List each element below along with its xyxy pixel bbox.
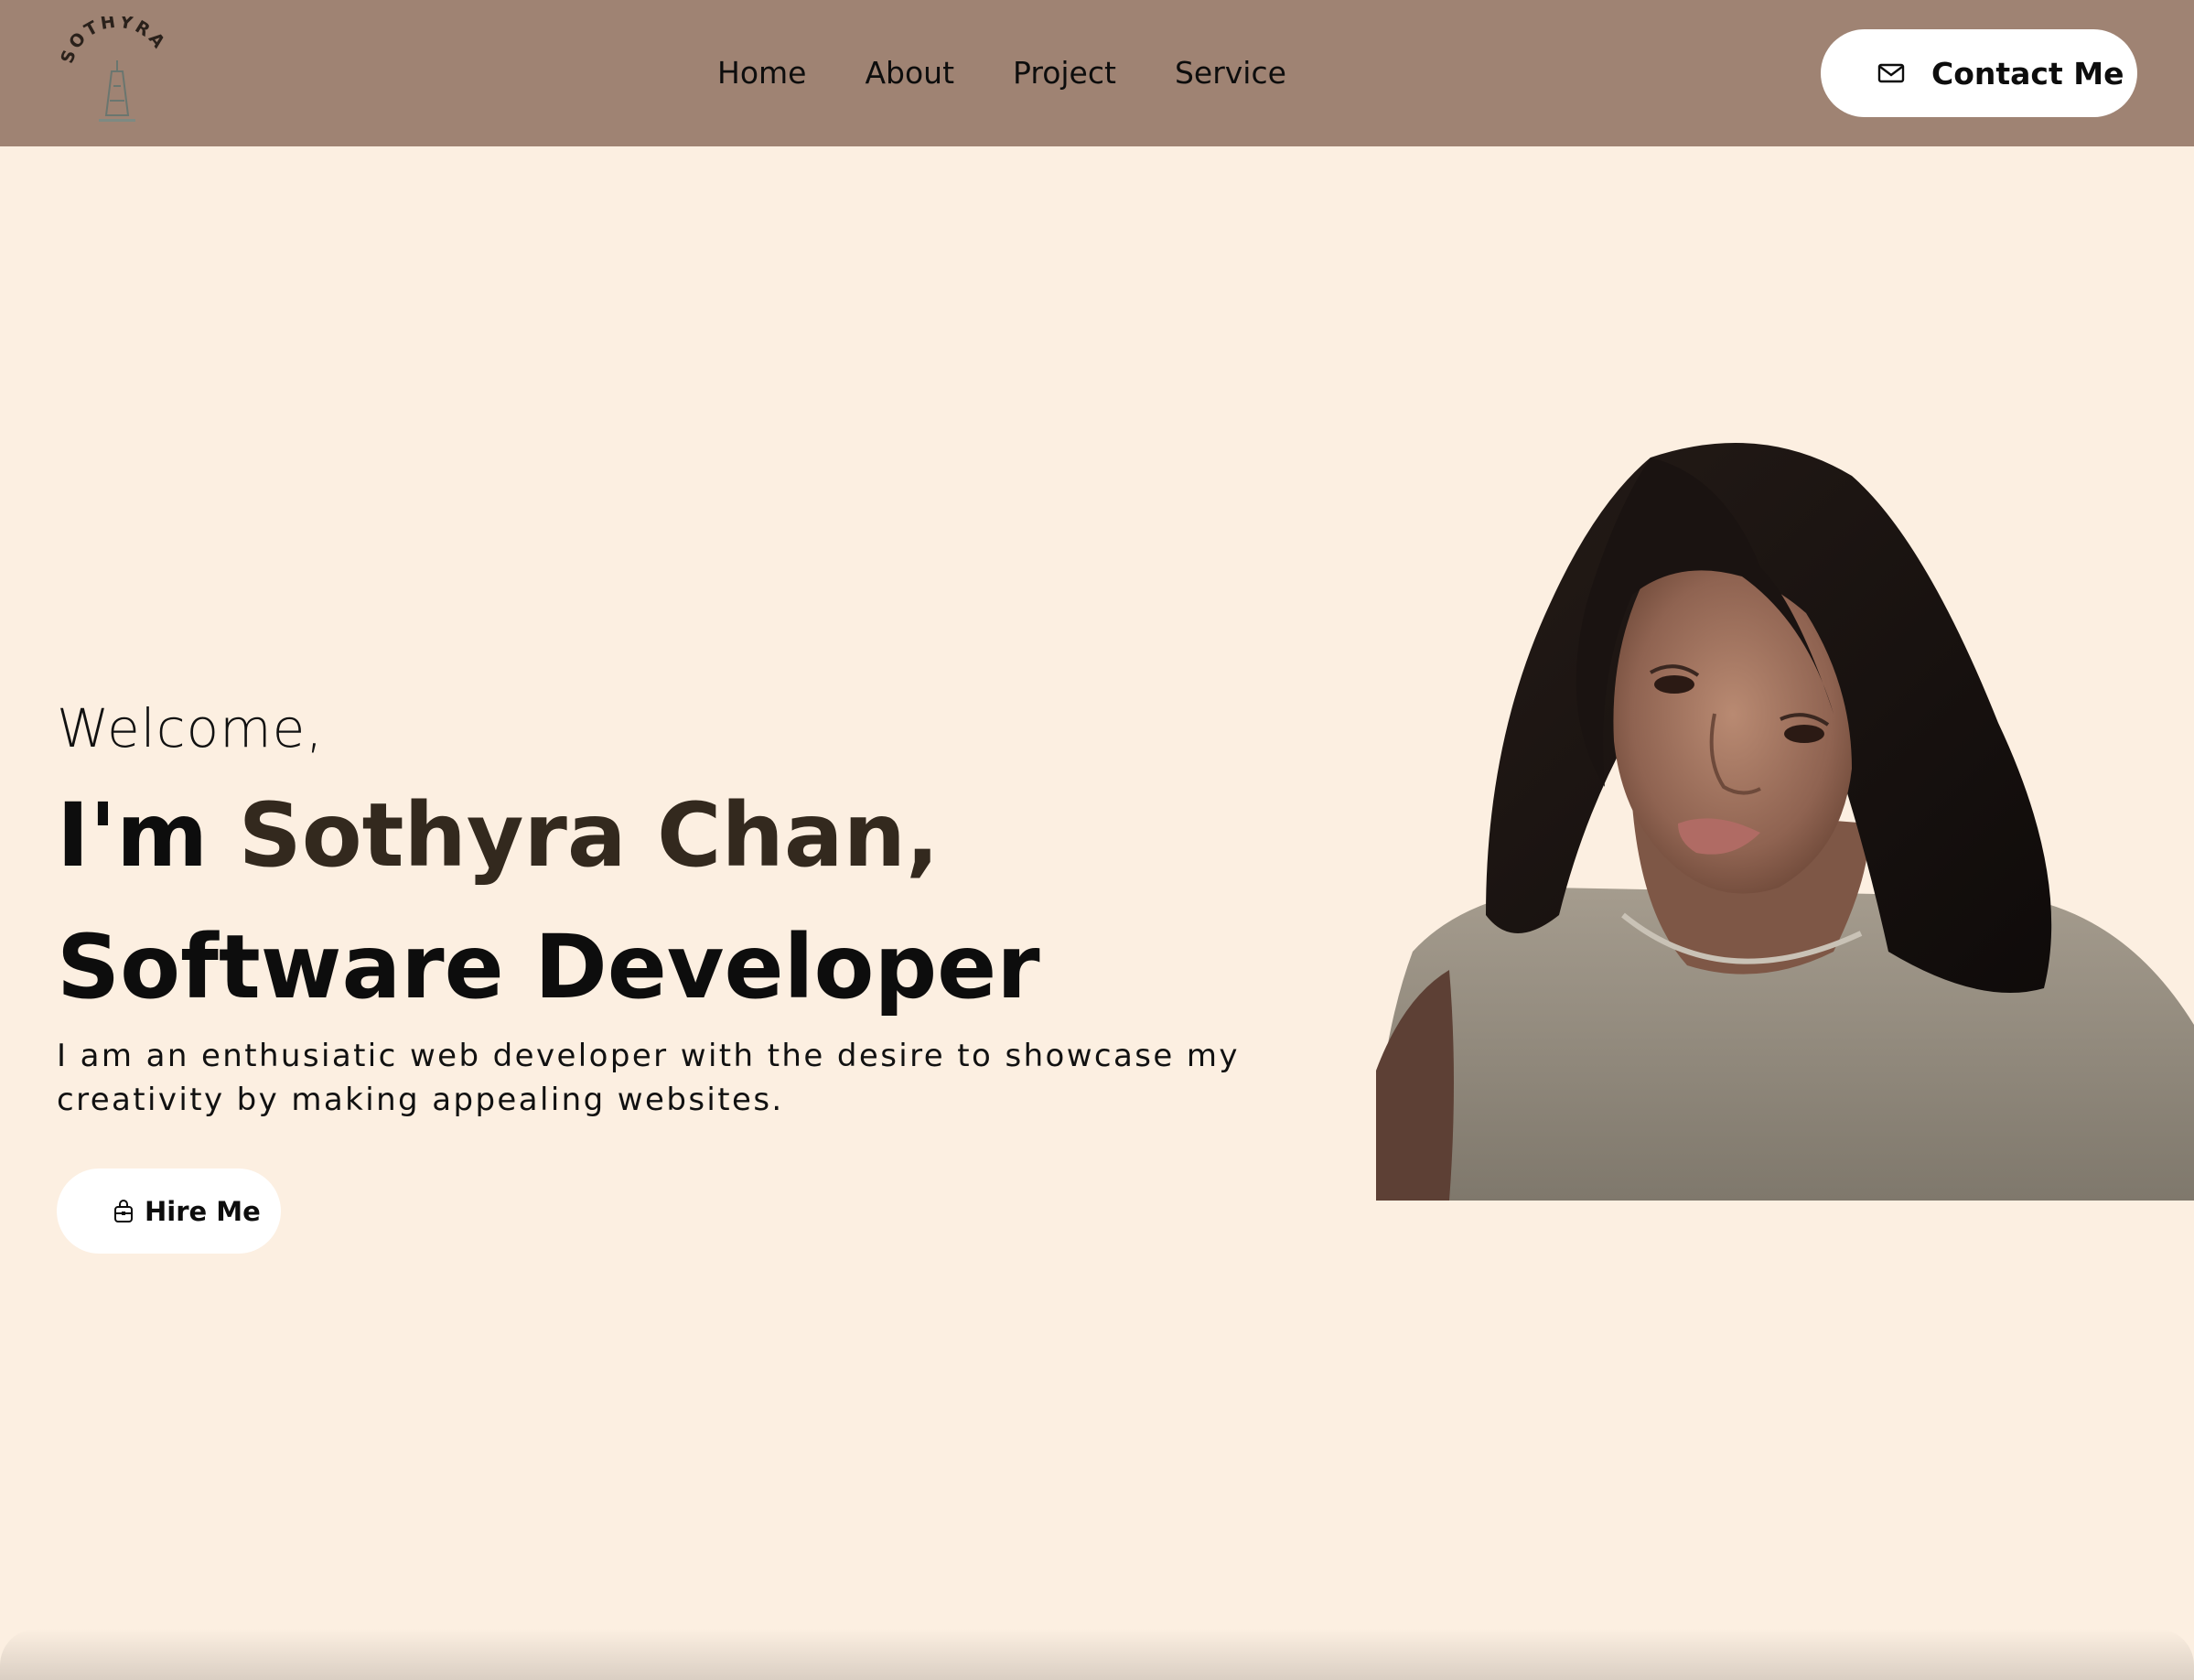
hero-headline: I'm Sothyra Chan,: [57, 781, 939, 890]
briefcase-icon: [113, 1199, 134, 1223]
role-title: Software Developer: [57, 916, 1040, 1018]
page: SOTHYRA Home About Project Service Conta…: [0, 0, 2194, 1680]
nav-about[interactable]: About: [865, 53, 954, 93]
portrait-photo: [1376, 439, 2194, 1201]
svg-text:SOTHYRA: SOTHYRA: [57, 16, 170, 66]
nav-home[interactable]: Home: [717, 53, 806, 93]
nav-project[interactable]: Project: [1013, 53, 1116, 93]
mail-icon: [1877, 62, 1905, 84]
bio-text: I am an enthusiatic web developer with t…: [57, 1038, 1240, 1118]
logo-emblem-icon: SOTHYRA: [57, 11, 170, 122]
hire-me-label: Hire Me: [145, 1195, 261, 1227]
developer-name: Sothyra Chan,: [238, 784, 940, 887]
intro-prefix: I'm: [57, 784, 239, 887]
contact-me-button[interactable]: Contact Me: [1821, 29, 2137, 117]
welcome-text: Welcome,: [57, 697, 324, 759]
main-nav: Home About Project Service: [717, 53, 1286, 93]
site-logo[interactable]: SOTHYRA: [57, 11, 176, 126]
bottom-shadow: [0, 1629, 2194, 1680]
contact-me-label: Contact Me: [1931, 55, 2124, 92]
top-navbar: SOTHYRA Home About Project Service Conta…: [0, 0, 2194, 146]
hire-me-button[interactable]: Hire Me: [57, 1168, 281, 1254]
nav-service[interactable]: Service: [1175, 53, 1286, 93]
